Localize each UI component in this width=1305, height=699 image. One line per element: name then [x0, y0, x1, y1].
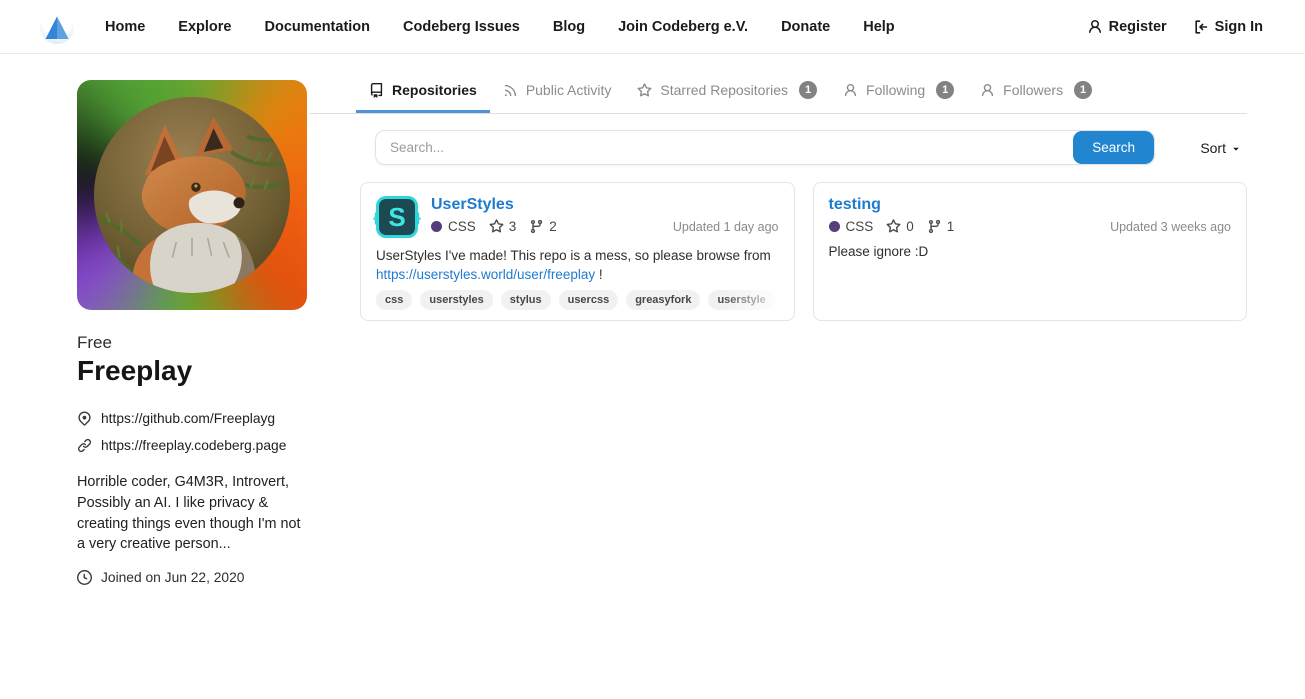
tab-starred-repositories[interactable]: Starred Repositories 1 — [624, 67, 830, 113]
location-pin-icon — [77, 411, 92, 426]
topic-pill[interactable]: css — [376, 290, 412, 310]
star-count: 3 — [509, 219, 517, 234]
nav-item-join-codeberg[interactable]: Join Codeberg e.V. — [618, 19, 748, 35]
language-dot — [431, 221, 442, 232]
star-icon — [886, 219, 901, 234]
tab-label: Public Activity — [526, 82, 612, 98]
repo-card-userstyles: S UserStyles CSS 3 2 — [360, 182, 795, 321]
language-label: CSS — [448, 219, 476, 234]
search-input[interactable] — [376, 131, 1073, 164]
stylus-logo: S — [376, 196, 418, 238]
sort-dropdown[interactable]: Sort — [1200, 140, 1241, 156]
repo-title-link[interactable]: UserStyles — [431, 196, 514, 214]
language-label: CSS — [846, 219, 874, 234]
star-count: 0 — [906, 219, 914, 234]
codeberg-logo[interactable] — [39, 9, 75, 45]
navbar: Home Explore Documentation Codeberg Issu… — [0, 0, 1305, 54]
sign-in-label: Sign In — [1215, 19, 1263, 35]
tab-count-badge: 1 — [799, 81, 817, 99]
profile-sidebar: Free Freeplay https://github.com/Freepla… — [77, 80, 309, 585]
profile-tabs: Repositories Public Activity Starred Rep… — [310, 67, 1247, 114]
stylus-logo-letter: S — [388, 202, 405, 233]
tab-following[interactable]: Following 1 — [830, 67, 967, 113]
repo-search-row: Search Sort — [375, 130, 1247, 165]
tab-label: Followers — [1003, 82, 1063, 98]
sort-label: Sort — [1200, 140, 1226, 156]
language-dot — [829, 221, 840, 232]
profile-website-row: https://freeplay.codeberg.page — [77, 438, 309, 453]
profile-location-row: https://github.com/Freeplayg — [77, 411, 309, 426]
search-box: Search — [375, 130, 1155, 165]
profile-location-link[interactable]: https://github.com/Freeplayg — [101, 411, 275, 426]
repo-description: UserStyles I've made! This repo is a mes… — [376, 247, 779, 284]
person-icon — [1087, 19, 1103, 35]
topic-list: css userstyles stylus usercss greasyfork… — [376, 290, 793, 310]
profile-links: https://github.com/Freeplayg https://fre… — [77, 411, 309, 453]
repo-card-testing: testing CSS 0 1 Updated 3 weeks ago — [813, 182, 1248, 321]
repo-description: Please ignore :D — [829, 243, 1232, 262]
tab-label: Repositories — [392, 82, 477, 98]
profile-display-name: Freeplay — [77, 355, 309, 387]
tab-repositories[interactable]: Repositories — [356, 67, 490, 113]
profile-bio: Horrible coder, G4M3R, Introvert, Possib… — [77, 472, 309, 555]
nav-item-help[interactable]: Help — [863, 19, 894, 35]
tab-label: Following — [866, 82, 925, 98]
nav-item-explore[interactable]: Explore — [178, 19, 231, 35]
nav-auth-area: Register Sign In — [1087, 19, 1263, 35]
profile-joined-text: Joined on Jun 22, 2020 — [101, 570, 244, 585]
updated-timestamp: Updated 3 weeks ago — [1110, 220, 1231, 234]
profile-joined-row: Joined on Jun 22, 2020 — [77, 570, 309, 585]
tab-count-badge: 1 — [936, 81, 954, 99]
codeberg-logo-icon — [39, 9, 75, 45]
topic-pill[interactable]: greasyfork — [626, 290, 700, 310]
repo-meta: CSS 0 1 Updated 3 weeks ago — [829, 219, 1232, 234]
sign-in-icon — [1193, 19, 1209, 35]
rss-icon — [503, 83, 518, 98]
topic-pill[interactable]: stylus — [501, 290, 551, 310]
register-link[interactable]: Register — [1087, 19, 1167, 35]
person-icon — [980, 83, 995, 98]
topic-pill[interactable]: usercss — [559, 290, 619, 310]
fork-icon — [927, 219, 942, 234]
repo-icon — [369, 83, 384, 98]
link-icon — [77, 438, 92, 453]
tab-followers[interactable]: Followers 1 — [967, 67, 1105, 113]
fork-count: 2 — [549, 219, 557, 234]
fork-count: 1 — [947, 219, 955, 234]
repo-title-link[interactable]: testing — [829, 196, 881, 214]
updated-timestamp: Updated 1 day ago — [673, 220, 779, 234]
tab-public-activity[interactable]: Public Activity — [490, 67, 625, 113]
description-link[interactable]: https://userstyles.world/user/freeplay — [376, 267, 595, 282]
nav-item-donate[interactable]: Donate — [781, 19, 830, 35]
search-button[interactable]: Search — [1073, 131, 1154, 164]
tab-label: Starred Repositories — [660, 82, 788, 98]
star-icon — [637, 83, 652, 98]
nav-links: Home Explore Documentation Codeberg Issu… — [105, 19, 895, 35]
repo-meta: CSS 3 2 Updated 1 day ago — [431, 219, 779, 234]
star-icon — [489, 219, 504, 234]
topic-pill[interactable]: userstyles — [420, 290, 492, 310]
fox-photo — [94, 97, 290, 293]
profile-website-link[interactable]: https://freeplay.codeberg.page — [101, 438, 286, 453]
repository-list: S UserStyles CSS 3 2 — [360, 182, 1247, 321]
profile-username: Free — [77, 333, 309, 353]
person-icon — [843, 83, 858, 98]
codeberg-profile-page: Home Explore Documentation Codeberg Issu… — [0, 0, 1305, 699]
tab-count-badge: 1 — [1074, 81, 1092, 99]
nav-item-blog[interactable]: Blog — [553, 19, 585, 35]
sign-in-link[interactable]: Sign In — [1193, 19, 1263, 35]
nav-item-documentation[interactable]: Documentation — [264, 19, 370, 35]
topic-pill[interactable]: cascading-style-sheets — [783, 290, 793, 310]
chevron-down-icon — [1231, 144, 1241, 154]
nav-item-codeberg-issues[interactable]: Codeberg Issues — [403, 19, 520, 35]
nav-item-home[interactable]: Home — [105, 19, 145, 35]
profile-avatar — [77, 80, 307, 310]
fork-icon — [529, 219, 544, 234]
clock-icon — [77, 570, 92, 585]
register-label: Register — [1109, 19, 1167, 35]
topic-pill[interactable]: userstyle — [708, 290, 774, 310]
